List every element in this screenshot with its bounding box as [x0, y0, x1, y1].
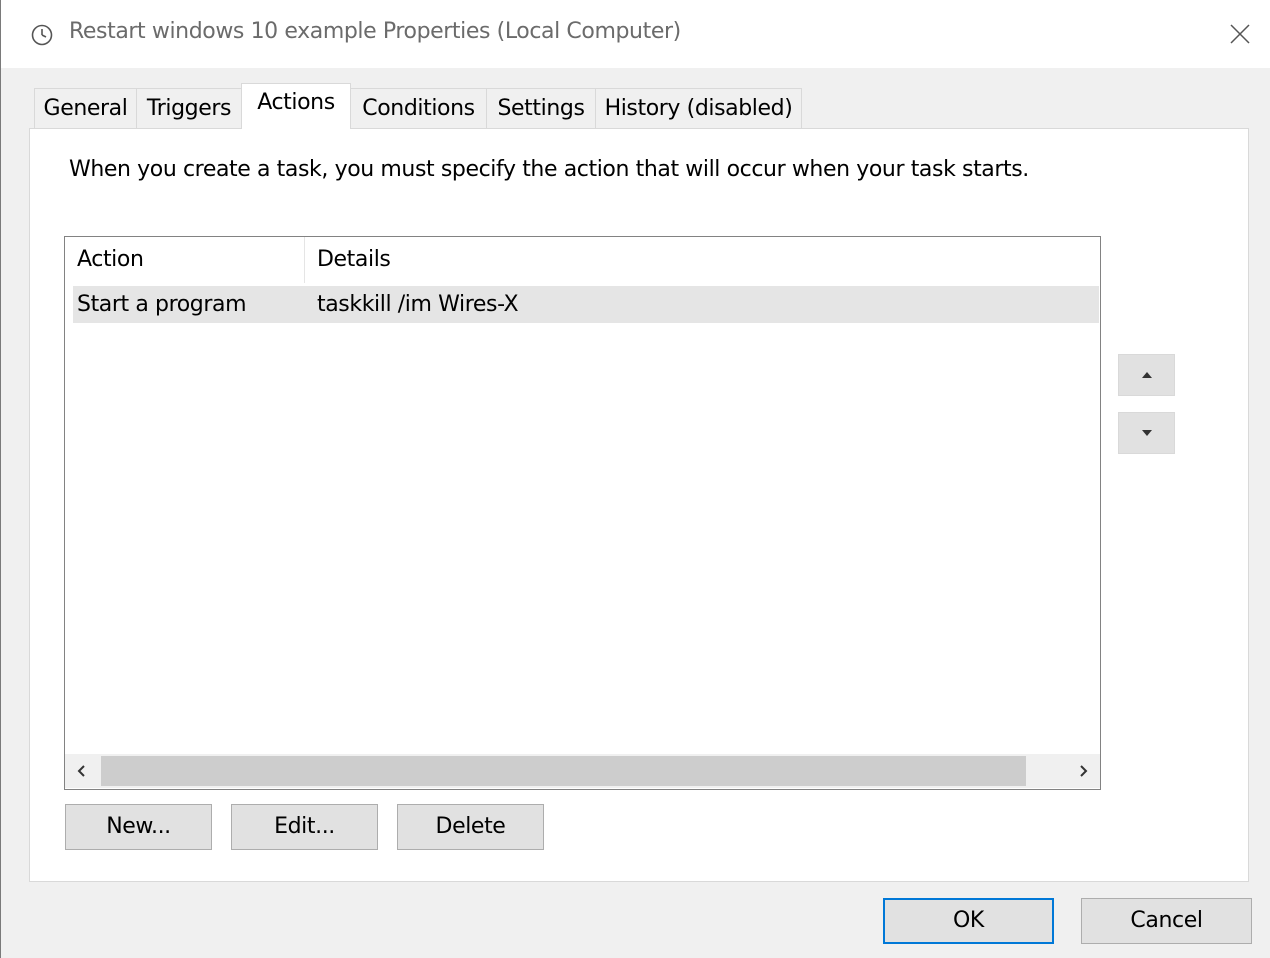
- triangle-up-icon: [1141, 372, 1152, 378]
- row-action-cell: Start a program: [77, 292, 247, 317]
- move-up-button[interactable]: [1118, 354, 1175, 396]
- close-icon: [1230, 24, 1250, 44]
- scroll-right-button[interactable]: [1066, 754, 1100, 788]
- tab-triggers[interactable]: Triggers: [136, 88, 242, 128]
- ok-button[interactable]: OK: [883, 898, 1054, 944]
- horizontal-scrollbar[interactable]: [65, 754, 1100, 788]
- list-header: Action Details: [65, 237, 1100, 283]
- cancel-button[interactable]: Cancel: [1081, 898, 1252, 944]
- column-header-details[interactable]: Details: [317, 237, 391, 283]
- edit-action-button[interactable]: Edit...: [231, 804, 378, 850]
- row-details-cell: taskkill /im Wires-X: [317, 292, 519, 317]
- chevron-right-icon: [1080, 765, 1088, 777]
- close-button[interactable]: [1217, 12, 1263, 56]
- actions-list[interactable]: Action Details Start a program taskkill …: [64, 236, 1101, 790]
- window-title: Restart windows 10 example Properties (L…: [69, 19, 681, 44]
- tab-conditions[interactable]: Conditions: [350, 88, 487, 128]
- clock-icon: [31, 24, 53, 46]
- column-header-action[interactable]: Action: [77, 237, 144, 283]
- new-action-button[interactable]: New...: [65, 804, 212, 850]
- scroll-left-button[interactable]: [65, 754, 99, 788]
- title-bar: Restart windows 10 example Properties (L…: [1, 0, 1270, 68]
- actions-tab-page: When you create a task, you must specify…: [29, 128, 1249, 882]
- column-divider[interactable]: [304, 237, 305, 283]
- tab-history[interactable]: History (disabled): [595, 88, 802, 128]
- triangle-down-icon: [1141, 430, 1152, 436]
- chevron-left-icon: [77, 765, 85, 777]
- delete-action-button[interactable]: Delete: [397, 804, 544, 850]
- move-down-button[interactable]: [1118, 412, 1175, 454]
- tab-actions[interactable]: Actions: [241, 83, 351, 129]
- table-row[interactable]: Start a program taskkill /im Wires-X: [73, 286, 1099, 323]
- tab-general[interactable]: General: [34, 88, 137, 128]
- tab-settings[interactable]: Settings: [486, 88, 596, 128]
- instruction-text: When you create a task, you must specify…: [69, 157, 1029, 182]
- properties-dialog: Restart windows 10 example Properties (L…: [0, 0, 1270, 958]
- scroll-thumb[interactable]: [101, 756, 1026, 786]
